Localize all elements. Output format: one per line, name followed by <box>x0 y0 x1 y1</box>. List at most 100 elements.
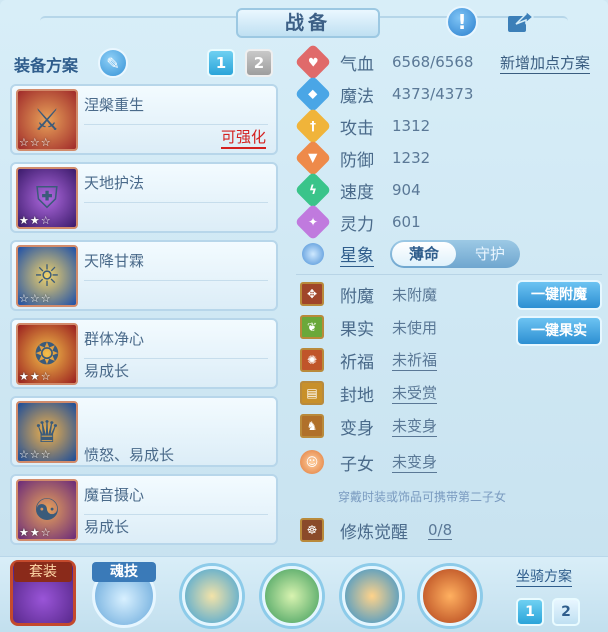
divider <box>84 514 268 515</box>
feature-row-fruit: ❦ 果实 未使用 <box>300 311 437 343</box>
stat-row-speed: ϟ 速度 904 <box>294 171 421 209</box>
star-rating: ☆☆☆ <box>19 136 52 149</box>
leaf-icon: ❦ <box>300 315 324 339</box>
feature-value[interactable]: 未祈福 <box>392 349 438 371</box>
stat-value: 601 <box>392 213 421 231</box>
page-title: 战备 <box>236 8 380 38</box>
divider <box>84 358 268 359</box>
equipment-note: 易成长 <box>84 518 130 536</box>
feature-row-transform: ♞ 变身 未变身 <box>300 410 438 442</box>
add-points-plan-link[interactable]: 新增加点方案 <box>500 52 591 74</box>
feature-value[interactable]: 未变身 <box>392 451 438 473</box>
plan-page-2-button[interactable]: 2 <box>245 49 273 77</box>
feature-row-fief: ▤ 封地 未受赏 <box>300 377 438 409</box>
star-rating: ★★☆ <box>19 214 52 227</box>
feature-label: 变身 <box>340 418 374 439</box>
equipment-slot[interactable]: ⚔ ☆☆☆ 涅槃重生 可强化 <box>10 84 278 155</box>
enhance-link[interactable]: 可强化 <box>220 126 266 149</box>
feature-label: 封地 <box>340 385 374 406</box>
star-rating: ★★☆ <box>19 526 52 539</box>
skill-slot-2[interactable] <box>262 566 322 626</box>
feature-row-enchant: ✥ 附魔 未附魔 <box>300 278 437 310</box>
stat-label: 魔法 <box>340 86 374 107</box>
cultivation-row: ☸ 修炼觉醒 0/8 <box>300 514 453 546</box>
stat-label: 速度 <box>340 182 374 203</box>
section-divider <box>296 274 602 275</box>
shield-icon: ▼ <box>294 139 332 177</box>
toggle-option-guard[interactable]: 守护 <box>462 242 518 266</box>
cultivation-value[interactable]: 0/8 <box>428 521 453 540</box>
xingxiang-row: 星象 <box>300 238 374 270</box>
star-compass-icon <box>302 243 324 265</box>
feature-row-blessing: ✺ 祈福 未祈福 <box>300 344 438 376</box>
stat-row-mp: ◆ 魔法 4373/4373 <box>294 75 474 113</box>
pencil-icon[interactable]: ✎ <box>98 48 128 78</box>
equipment-slot[interactable]: ♛ ☆☆☆ 愤怒、易成长 <box>10 396 278 467</box>
equipment-name: 涅槃重生 <box>84 96 145 114</box>
equipment-note: 易成长 <box>84 362 130 380</box>
xingxiang-toggle[interactable]: 薄命 守护 <box>390 240 520 268</box>
feature-label: 附魔 <box>340 286 374 307</box>
mount-page-1-button[interactable]: 1 <box>516 598 544 626</box>
feature-value: 未使用 <box>392 318 438 337</box>
stat-row-defense: ▼ 防御 1232 <box>294 139 430 177</box>
equipment-name: 天地护法 <box>84 174 145 192</box>
divider <box>84 124 268 125</box>
skill-slot-4[interactable] <box>420 566 480 626</box>
stat-value: 904 <box>392 181 421 199</box>
sparkle-icon: ✦ <box>294 203 332 241</box>
star-rating: ☆☆☆ <box>19 448 52 461</box>
child-icon: ☺ <box>300 450 324 474</box>
title-decoration <box>40 16 240 26</box>
one-click-fruit-button[interactable]: 一键果实 <box>516 316 602 346</box>
transform-icon: ♞ <box>300 414 324 438</box>
equipment-slot[interactable]: ⛨ ★★☆ 天地护法 <box>10 162 278 233</box>
equipment-name: 群体净心 <box>84 330 145 348</box>
feature-value[interactable]: 未受赏 <box>392 382 438 404</box>
feature-label: 子女 <box>340 454 374 475</box>
stat-label: 防御 <box>340 150 374 171</box>
star-rating: ★★☆ <box>19 370 52 383</box>
stat-row-attack: † 攻击 1312 <box>294 107 431 145</box>
share-arrow-icon <box>508 10 534 32</box>
feature-value: 未附魔 <box>392 285 438 304</box>
stat-label: 气血 <box>340 54 374 75</box>
mana-icon: ◆ <box>294 75 332 113</box>
equipment-name: 天降甘霖 <box>84 252 145 270</box>
share-icon[interactable] <box>504 6 536 38</box>
scroll-icon: ▤ <box>300 381 324 405</box>
equipment-list: ⚔ ☆☆☆ 涅槃重生 可强化 ⛨ ★★☆ 天地护法 ☼ ☆☆☆ 天降甘霖 ❂ ★… <box>10 84 278 552</box>
plan-page-1-button[interactable]: 1 <box>207 49 235 77</box>
equipment-slot[interactable]: ☼ ☆☆☆ 天降甘霖 <box>10 240 278 311</box>
divider <box>84 280 268 281</box>
xingxiang-link[interactable]: 星象 <box>340 241 374 267</box>
divider <box>84 202 268 203</box>
equipment-slot[interactable]: ☯ ★★☆ 魔音摄心 易成长 <box>10 474 278 545</box>
feature-label: 果实 <box>340 319 374 340</box>
feature-label: 祈福 <box>340 352 374 373</box>
sword-icon: † <box>294 107 332 145</box>
toggle-option-bomming[interactable]: 薄命 <box>392 242 456 266</box>
mount-plan-label[interactable]: 坐骑方案 <box>516 566 572 587</box>
skill-slot-3[interactable] <box>342 566 402 626</box>
enchant-icon: ✥ <box>300 282 324 306</box>
stat-row-hp: ♥ 气血 6568/6568 <box>294 43 474 81</box>
cultivation-icon: ☸ <box>300 518 324 542</box>
one-click-enchant-button[interactable]: 一键附魔 <box>516 280 602 310</box>
mount-page-2-button[interactable]: 2 <box>552 598 580 626</box>
feature-row-child: ☺ 子女 未变身 <box>300 446 438 478</box>
exclamation-icon[interactable]: ! <box>446 6 478 38</box>
equipment-slot[interactable]: ❂ ★★☆ 群体净心 易成长 <box>10 318 278 389</box>
stat-value: 1312 <box>392 117 431 135</box>
stat-value: 4373/4373 <box>392 85 474 103</box>
feature-label: 修炼觉醒 <box>340 522 408 543</box>
soul-skill-label: 魂技 <box>92 562 156 582</box>
star-rating: ☆☆☆ <box>19 292 52 305</box>
child-hint-text: 穿戴时装或饰品可携带第二子女 <box>338 490 507 504</box>
stat-value: 6568/6568 <box>392 53 474 71</box>
equipment-plan-label: 装备方案 <box>14 56 79 75</box>
feature-value[interactable]: 未变身 <box>392 415 438 437</box>
equipment-name: 魔音摄心 <box>84 486 145 504</box>
suit-label: 套装 <box>14 562 72 582</box>
skill-slot-1[interactable] <box>182 566 242 626</box>
